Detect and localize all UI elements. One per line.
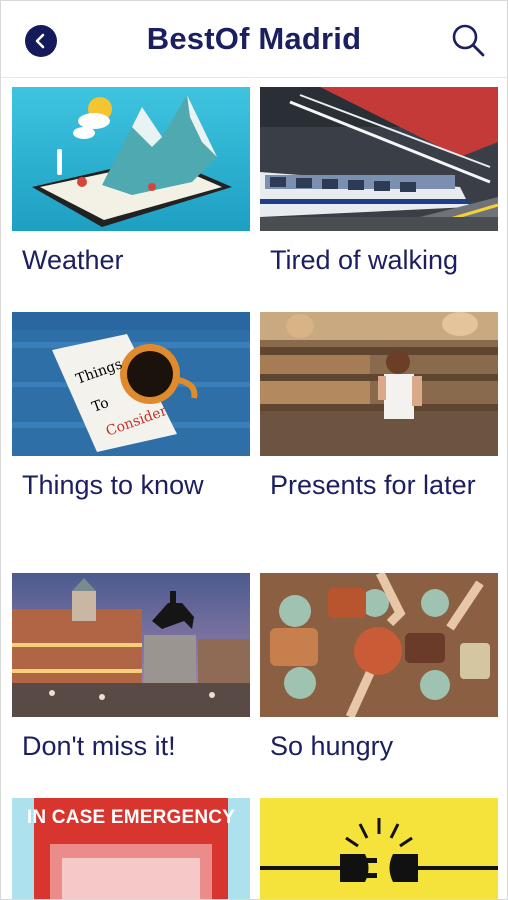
category-label: Don't miss it! (22, 731, 176, 761)
category-card-so-hungry[interactable]: So hungry (260, 573, 498, 773)
category-label: So hungry (270, 731, 394, 761)
food-image (260, 573, 498, 717)
category-grid: Weather Tired of walking Things To Consi… (1, 78, 507, 899)
unplugged-image (260, 798, 498, 899)
category-card-tired-of-walking[interactable]: Tired of walking (260, 87, 498, 297)
emergency-box-text: IN CASE EMERGENCY (26, 807, 236, 828)
category-label: Weather (22, 245, 124, 275)
search-icon (452, 24, 485, 57)
metro-image (260, 87, 498, 231)
category-card-weather[interactable]: Weather (12, 87, 250, 297)
app-bar: BestOf Madrid (1, 1, 507, 78)
category-label: Tired of walking (270, 245, 459, 275)
category-card-things-to-know[interactable]: Things To Consider Things to know (12, 312, 250, 502)
category-card-presents-for-later[interactable]: Presents for later (260, 312, 498, 542)
category-card-emergency[interactable]: IN CASE EMERGENCY (12, 798, 250, 899)
weather-image (12, 87, 250, 231)
app-screen: BestOf Madrid Weather Tired of walking T… (0, 0, 508, 900)
market-image (260, 312, 498, 456)
category-card-unplugged[interactable] (260, 798, 498, 899)
category-label: Presents for later (270, 470, 476, 500)
things-image: Things To Consider (12, 312, 250, 456)
search-button[interactable] (449, 21, 487, 59)
category-label: Things to know (22, 470, 204, 500)
puerta-del-sol-image (12, 573, 250, 717)
page-title: BestOf Madrid (146, 21, 362, 56)
category-card-dont-miss-it[interactable]: Don't miss it! (12, 573, 250, 773)
emergency-image: IN CASE EMERGENCY (12, 798, 250, 899)
